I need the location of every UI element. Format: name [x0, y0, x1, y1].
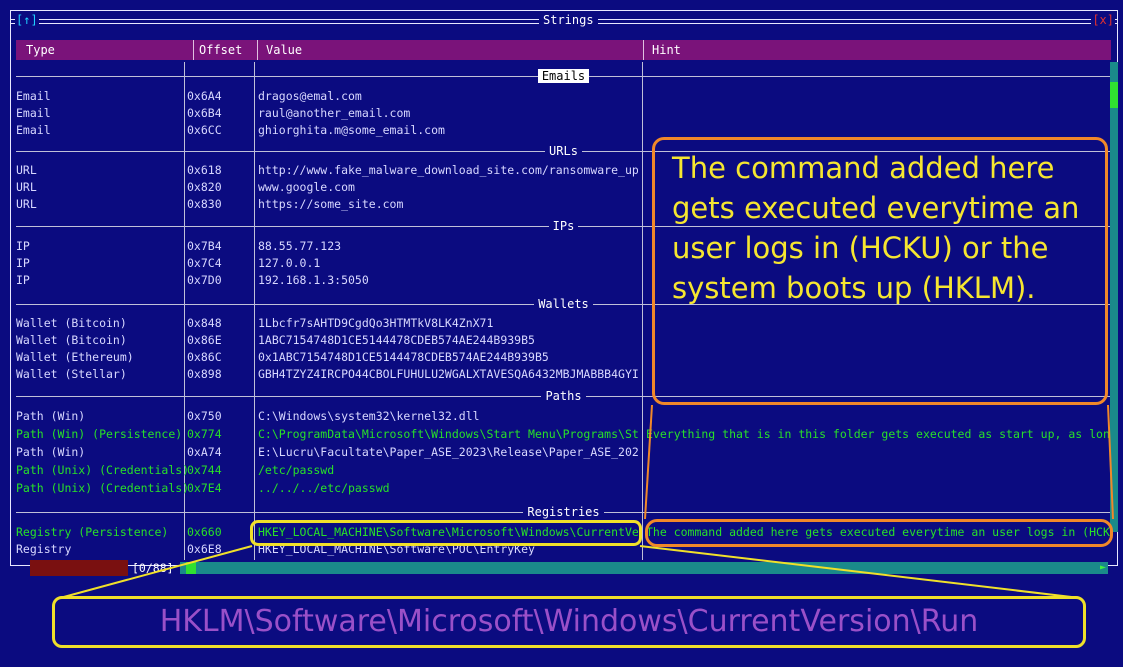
column-header-value[interactable]: Value	[266, 40, 302, 60]
table-row[interactable]: Email 0x6A4 dragos@emal.com	[16, 88, 1111, 104]
horizontal-scrollbar[interactable]	[180, 562, 1108, 574]
table-row[interactable]: Path (Win) (Persistence) 0x774 C:\ProgramD…	[16, 426, 1111, 442]
window-title: Strings	[539, 11, 598, 29]
group-header-emails: Emails	[16, 68, 1111, 84]
column-divider	[193, 40, 194, 60]
hint-highlight	[645, 519, 1113, 547]
table-row[interactable]: Email 0x6CC ghiorghita.m@some_email.com	[16, 122, 1111, 138]
column-divider	[643, 40, 644, 60]
registry-key-label: HKLM\Software\Microsoft\Windows\CurrentV…	[52, 596, 1086, 648]
table-row[interactable]: Email 0x6B4 raul@another_email.com	[16, 105, 1111, 121]
column-header-hint[interactable]: Hint	[652, 40, 681, 60]
table-row[interactable]: Path (Win) 0x750 C:\Windows\system32\kerne…	[16, 408, 1111, 424]
scroll-up-icon[interactable]: [↑]	[15, 11, 39, 29]
vertical-scrollbar-thumb[interactable]	[1110, 82, 1118, 108]
close-icon[interactable]: [x]	[1091, 11, 1115, 29]
table-header: Type Offset Value Hint	[16, 40, 1111, 60]
column-header-type[interactable]: Type	[26, 40, 55, 60]
callout-text: The command added here gets executed eve…	[672, 151, 1080, 305]
terminal-screen: Strings [↑] [x] Type Offset Value Hint E…	[0, 0, 1123, 667]
table-row[interactable]: Path (Unix) (Credentials) 0x7E4 ../../../e…	[16, 480, 1111, 496]
registry-value-highlight	[250, 520, 642, 546]
table-row[interactable]: Path (Unix) (Credentials) 0x744/etc/passw…	[16, 462, 1111, 478]
horizontal-scrollbar-thumb[interactable]	[186, 562, 196, 574]
table-row[interactable]: Path (Win) 0xA74 E:\Lucru\Facultate\Paper_…	[16, 444, 1111, 460]
status-indicator	[30, 560, 128, 576]
item-counter: [0/88]	[132, 561, 174, 575]
column-header-offset[interactable]: Offset	[199, 40, 242, 60]
group-header-registries: Registries	[16, 504, 1111, 520]
column-divider	[257, 40, 258, 60]
scroll-right-arrow-icon[interactable]: ►	[1100, 562, 1106, 574]
